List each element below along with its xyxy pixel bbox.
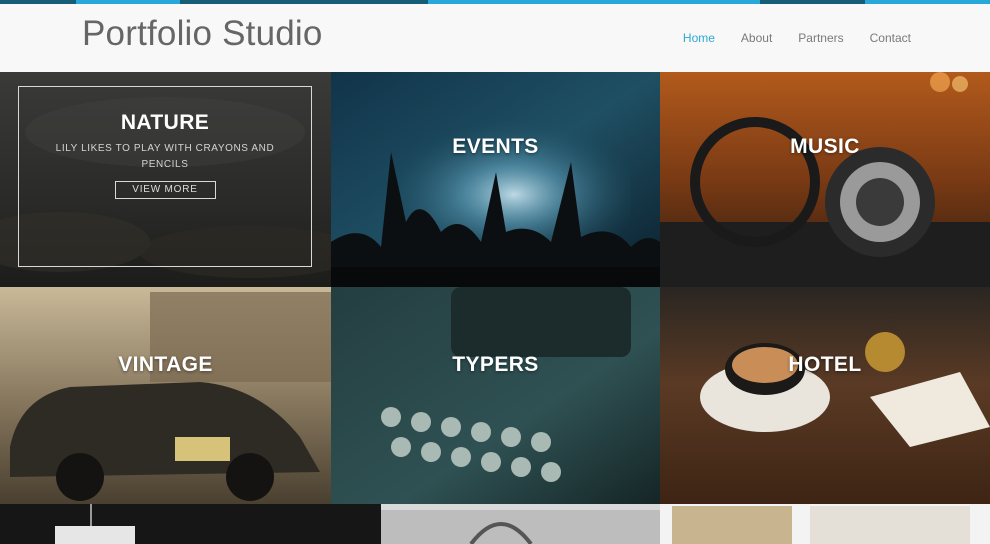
tile-row3-right[interactable]: [660, 504, 990, 544]
row3-left-image: [0, 504, 381, 544]
portfolio-grid: NATURE LILY LIKES TO PLAY WITH CRAYONS A…: [0, 72, 990, 544]
tile-music[interactable]: MUSIC: [660, 72, 990, 287]
tile-events[interactable]: EVENTS: [331, 72, 660, 287]
music-image: [660, 72, 990, 287]
tile-vintage[interactable]: VINTAGE: [0, 287, 331, 504]
tile-events-label: EVENTS: [452, 135, 539, 158]
nav-partners[interactable]: Partners: [798, 31, 843, 45]
hotel-image: [660, 287, 990, 504]
tile-hotel-label: HOTEL: [788, 353, 862, 376]
tile-nature[interactable]: NATURE LILY LIKES TO PLAY WITH CRAYONS A…: [0, 72, 331, 287]
events-image: [331, 72, 660, 287]
tile-music-label: MUSIC: [790, 135, 860, 158]
vintage-image: [0, 287, 331, 504]
typers-image: [331, 287, 660, 504]
tile-row3-middle[interactable]: [381, 504, 660, 544]
nav-about[interactable]: About: [741, 31, 772, 45]
nature-title: NATURE: [120, 111, 210, 134]
nature-description: LILY LIKES TO PLAY WITH CRAYONS AND PENC…: [55, 143, 275, 170]
tile-typers[interactable]: TYPERS: [331, 287, 660, 504]
tile-row3-left[interactable]: [0, 504, 381, 544]
tile-typers-label: TYPERS: [452, 353, 539, 376]
nature-overlay: NATURE LILY LIKES TO PLAY WITH CRAYONS A…: [18, 86, 312, 267]
view-more-button[interactable]: VIEW MORE: [114, 181, 216, 199]
nav-contact[interactable]: Contact: [870, 31, 911, 45]
brand-logo[interactable]: Portfolio Studio: [82, 14, 323, 54]
nav-home[interactable]: Home: [683, 31, 715, 45]
row3-right-image: [660, 504, 990, 544]
site-header: Portfolio Studio Home About Partners Con…: [0, 4, 990, 73]
row3-middle-image: [381, 504, 660, 544]
tile-vintage-label: VINTAGE: [118, 353, 213, 376]
main-nav: Home About Partners Contact: [683, 31, 911, 45]
tile-hotel[interactable]: HOTEL: [660, 287, 990, 504]
